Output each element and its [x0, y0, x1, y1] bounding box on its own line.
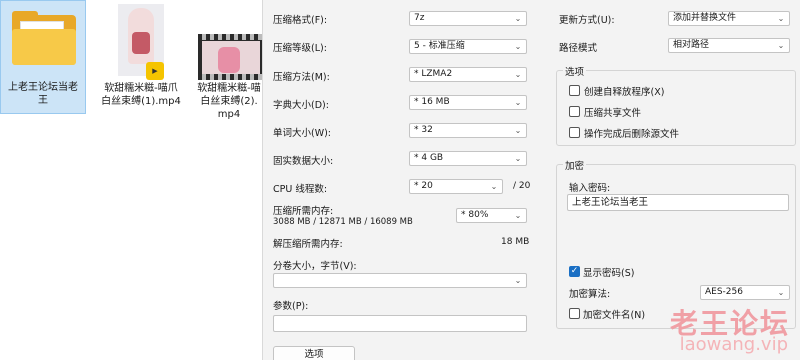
shared-checkbox[interactable]: [569, 106, 580, 117]
chevron-down-icon: ⌄: [514, 211, 522, 220]
shared-label[interactable]: 压缩共享文件: [584, 105, 641, 119]
player-badge-icon: ▶: [146, 62, 164, 80]
film-thumbnail: [198, 34, 262, 80]
path-select[interactable]: 相对路径 ⌄: [668, 38, 790, 53]
update-label: 更新方式(U):: [559, 15, 615, 26]
dict-select[interactable]: * 16 MB ⌄: [409, 95, 527, 110]
params-label: 参数(P):: [273, 301, 309, 312]
video-file-2-label: 软甜糯米糍-喵白丝束缚(2).mp4: [197, 83, 261, 120]
chevron-down-icon: ⌄: [514, 14, 522, 23]
level-label: 压缩等级(L):: [273, 43, 327, 54]
format-label: 压缩格式(F):: [273, 15, 328, 26]
chevron-down-icon: ⌄: [514, 276, 522, 285]
chevron-down-icon: ⌄: [490, 182, 498, 191]
mem-detail: 3088 MB / 12871 MB / 16089 MB: [273, 217, 413, 227]
chevron-down-icon: ⌄: [514, 126, 522, 135]
split-select[interactable]: ⌄: [273, 273, 527, 288]
chevron-down-icon: ⌄: [514, 98, 522, 107]
password-label: 输入密码:: [569, 183, 611, 194]
chevron-down-icon: ⌄: [777, 288, 785, 297]
encrypt-names-checkbox[interactable]: [569, 308, 580, 319]
decomp-value: 18 MB: [501, 237, 530, 247]
options-group-title: 选项: [563, 64, 587, 78]
chevron-down-icon: ⌄: [514, 70, 522, 79]
chevron-down-icon: ⌄: [514, 42, 522, 51]
mem-select[interactable]: * 80% ⌄: [456, 208, 527, 223]
video-file-1[interactable]: ▶ 软甜糯米糍-喵爪白丝束缚(1).mp4: [100, 0, 182, 120]
algo-select[interactable]: AES-256 ⌄: [700, 285, 790, 300]
delete-label[interactable]: 操作完成后删除源文件: [584, 126, 679, 140]
path-label: 路径模式: [559, 43, 598, 54]
solid-label: 固实数据大小:: [273, 156, 334, 167]
options-button[interactable]: 选项: [273, 346, 355, 360]
desktop-area: 上老王论坛当老王 ▶ 软甜糯米糍-喵爪白丝束缚(1).mp4 软甜糯米糍-喵白丝…: [0, 0, 262, 360]
watermark-logo-en: laowang.vip: [679, 334, 788, 355]
split-label: 分卷大小，字节(V):: [273, 261, 357, 272]
folder-tile[interactable]: 上老王论坛当老王: [0, 0, 86, 114]
chevron-down-icon: ⌄: [777, 14, 785, 23]
password-input[interactable]: 上老王论坛当老王: [567, 194, 789, 211]
dict-label: 字典大小(D):: [273, 100, 329, 111]
mem-label: 压缩所需内存:: [273, 206, 334, 217]
encrypt-group-title: 加密: [563, 158, 587, 172]
word-select[interactable]: * 32 ⌄: [409, 123, 527, 138]
video-file-1-label: 软甜糯米糍-喵爪白丝束缚(1).mp4: [101, 83, 181, 107]
decomp-label: 解压缩所需内存:: [273, 239, 343, 250]
folder-icon: [12, 11, 76, 65]
folder-label: 上老王论坛当老王: [8, 82, 78, 106]
update-select[interactable]: 添加并替换文件 ⌄: [668, 11, 790, 26]
chevron-down-icon: ⌄: [514, 154, 522, 163]
format-select[interactable]: 7z ⌄: [409, 11, 527, 26]
chevron-down-icon: ⌄: [777, 41, 785, 50]
delete-checkbox[interactable]: [569, 127, 580, 138]
sfx-label[interactable]: 创建自释放程序(X): [584, 84, 664, 98]
cpu-total: / 20: [513, 181, 531, 191]
sfx-checkbox[interactable]: [569, 85, 580, 96]
algo-label: 加密算法:: [569, 289, 611, 300]
params-input[interactable]: [273, 315, 527, 332]
cpu-select[interactable]: * 20 ⌄: [409, 179, 503, 194]
show-password-label[interactable]: 显示密码(S): [583, 265, 634, 279]
video-file-2[interactable]: 软甜糯米糍-喵白丝束缚(2).mp4: [196, 0, 262, 120]
level-select[interactable]: 5 - 标准压缩 ⌄: [409, 39, 527, 54]
method-select[interactable]: * LZMA2 ⌄: [409, 67, 527, 82]
show-password-checkbox[interactable]: ✓: [569, 266, 580, 277]
cpu-label: CPU 线程数:: [273, 184, 328, 195]
word-label: 单词大小(W):: [273, 128, 332, 139]
method-label: 压缩方法(M):: [273, 72, 330, 83]
solid-select[interactable]: * 4 GB ⌄: [409, 151, 527, 166]
encrypt-names-label[interactable]: 加密文件名(N): [583, 307, 645, 321]
